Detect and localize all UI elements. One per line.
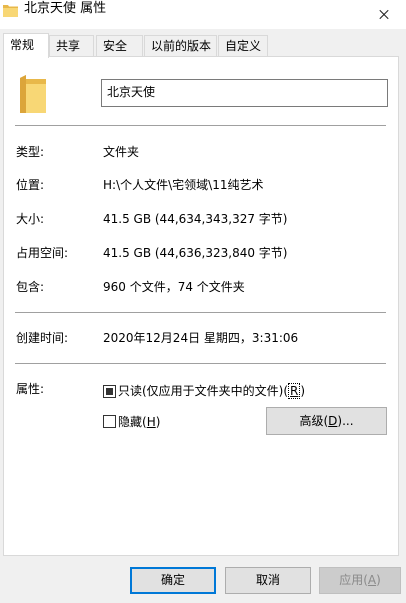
size-on-disk-label: 占用空间: [16,246,69,260]
hidden-checkbox-label[interactable]: 隐藏(H) [118,414,160,430]
hidden-checkbox[interactable] [103,415,116,428]
created-value: 2020年12月24日 星期四，3:31:06 [103,331,299,345]
tab-previous-versions[interactable]: 以前的版本 [144,35,217,56]
window-title: 北京天使 属性 [24,1,107,16]
readonly-checkbox[interactable] [103,385,116,398]
folder-large-icon [20,75,46,113]
type-label: 类型: [16,145,45,159]
type-value: 文件夹 [103,145,140,159]
folder-name-input[interactable]: 北京天使 [101,79,388,107]
apply-button[interactable]: 应用(A) [319,567,401,594]
divider [15,125,386,126]
tab-customize[interactable]: 自定义 [218,35,268,56]
title-bar: 北京天使 属性 [0,0,406,29]
tab-security[interactable]: 安全 [96,35,143,56]
general-panel [3,56,399,556]
contains-label: 包含: [16,280,45,294]
divider [15,312,386,313]
tab-sharing[interactable]: 共享 [49,35,94,56]
ok-button[interactable]: 确定 [130,567,216,594]
folder-icon [3,5,18,17]
close-button[interactable] [360,0,406,29]
size-value: 41.5 GB (44,634,343,327 字节) [103,212,288,226]
readonly-checkbox-label[interactable]: 只读(仅应用于文件夹中的文件)(R) [118,383,305,399]
size-on-disk-value: 41.5 GB (44,636,323,840 字节) [103,246,288,260]
attributes-label: 属性: [16,382,45,396]
created-label: 创建时间: [16,331,69,345]
tab-bar: 常规 共享 安全 以前的版本 自定义 [0,33,406,58]
cancel-button[interactable]: 取消 [225,567,311,594]
location-label: 位置: [16,178,45,192]
divider [15,363,386,364]
size-label: 大小: [16,212,45,226]
tab-general[interactable]: 常规 [3,33,49,58]
contains-value: 960 个文件，74 个文件夹 [103,280,245,294]
location-value: H:\个人文件\宅领域\11纯艺术 [103,178,264,192]
advanced-button[interactable]: 高级(D)... [266,407,387,435]
